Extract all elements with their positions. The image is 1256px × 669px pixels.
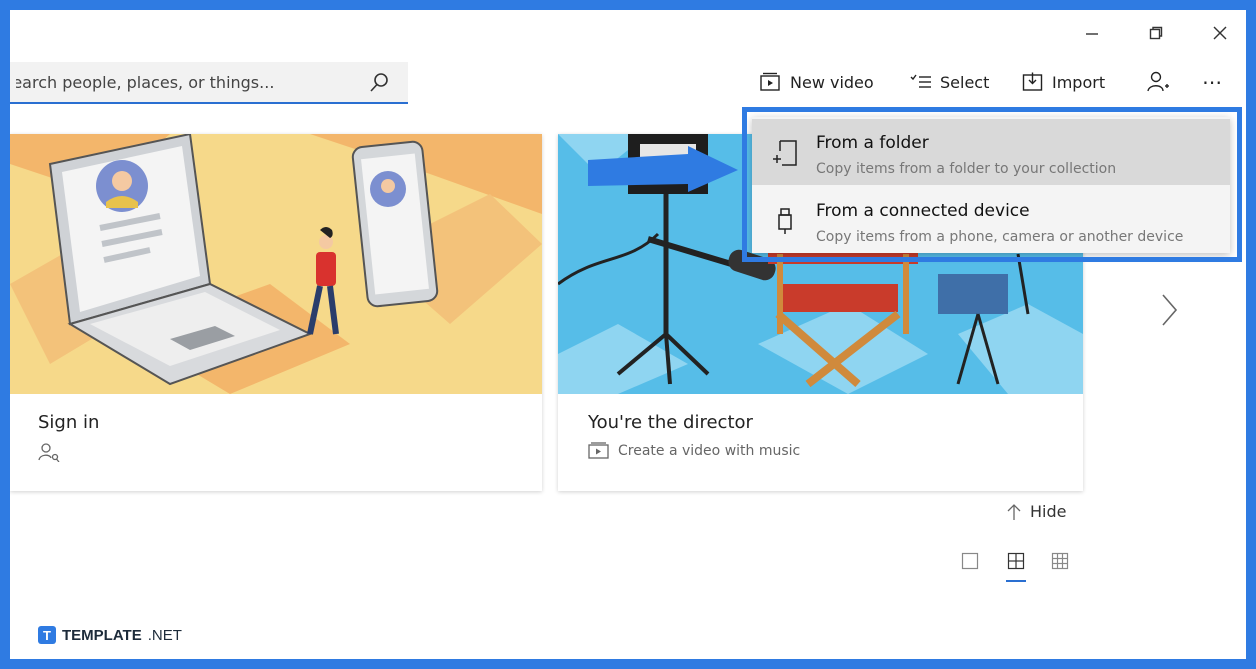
grid-2x2-icon [1007,552,1025,570]
person-add-icon [1147,71,1169,92]
photos-app-window: New video Select Import ⋯ [10,10,1246,659]
people-button[interactable] [1146,66,1170,98]
close-button[interactable] [1200,18,1240,48]
minimize-icon [1086,33,1098,35]
select-button[interactable]: Select [910,66,989,98]
restore-icon [1149,26,1163,40]
sign-in-card[interactable]: Sign in [10,134,542,491]
import-icon [1022,72,1043,91]
view-large-button[interactable] [956,552,984,582]
search-input[interactable] [10,61,358,103]
video-icon [588,442,609,459]
search-box [10,61,408,104]
view-small-button[interactable] [1046,552,1074,582]
video-icon [760,72,780,91]
import-label: Import [1052,72,1106,92]
annotation-arrow-icon [588,146,738,192]
more-options-button[interactable]: ⋯ [1202,66,1224,98]
minimize-button[interactable] [1072,18,1112,48]
restore-button[interactable] [1136,18,1176,48]
template-logo-icon: T [38,626,56,644]
template-net-watermark: T TEMPLATE .NET [38,626,182,644]
arrow-up-icon [1007,503,1021,520]
sign-in-illustration [10,134,542,394]
select-label: Select [940,72,990,92]
watermark-brand: TEMPLATE [62,626,142,644]
highlight-frame [742,107,1242,262]
hide-label: Hide [1030,502,1067,521]
director-subtitle: Create a video with music [618,443,801,459]
grid-3x3-icon [1051,552,1069,570]
director-subtitle-row: Create a video with music [588,442,800,460]
new-video-button[interactable]: New video [760,66,874,98]
chevron-right-icon [1162,294,1178,326]
hide-button[interactable]: Hide [1006,502,1066,521]
single-square-icon [961,552,979,570]
new-video-label: New video [790,72,874,92]
close-icon [1213,26,1227,40]
select-list-icon [910,74,931,88]
carousel-next-button[interactable] [1158,292,1180,328]
sign-in-subtitle [38,442,60,462]
sign-in-title: Sign in [38,412,100,433]
import-button[interactable]: Import [1022,66,1105,98]
search-icon[interactable] [367,71,391,99]
watermark-suffix: .NET [147,626,182,644]
person-key-icon [38,443,60,462]
view-medium-button[interactable] [1002,552,1030,582]
director-title: You're the director [588,412,753,433]
more-icon: ⋯ [1202,70,1224,94]
